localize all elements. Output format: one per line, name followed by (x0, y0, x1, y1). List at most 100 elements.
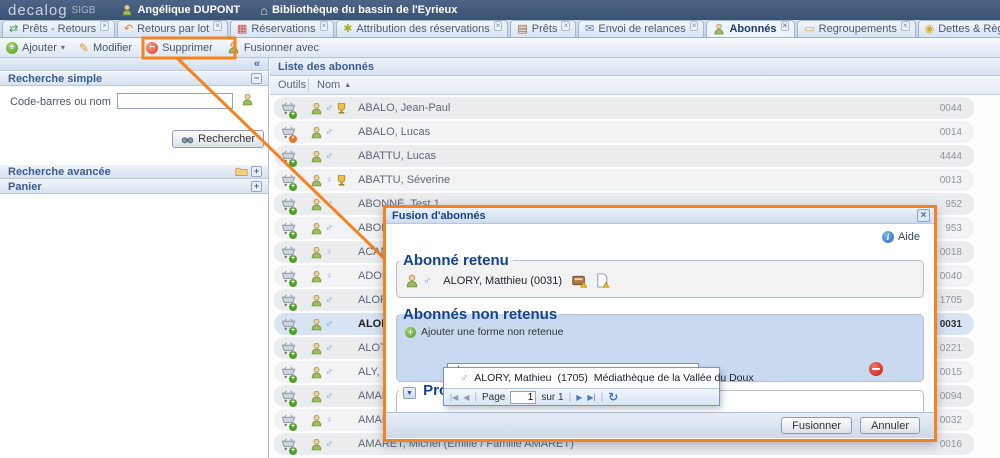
row-icons: ♂ (310, 318, 354, 331)
cart-icon[interactable]: + (274, 413, 310, 428)
table-row[interactable]: +♂ABALO, Jean-Paul0044 (274, 97, 974, 119)
person-icon (310, 222, 323, 235)
tab-loans-returns[interactable]: ⇄Prêts - Retours× (2, 20, 115, 37)
folder-icon[interactable] (235, 165, 248, 178)
column-nom[interactable]: Nom ▲ (317, 79, 351, 91)
collapse-toggle-icon[interactable]: ▼ (403, 387, 416, 399)
expand-panier-icon[interactable]: + (251, 181, 262, 192)
reminders-icon: ✉ (585, 24, 594, 35)
table-row[interactable]: •♂ABALO, Lucas0014 (274, 121, 974, 143)
dialog-footer: Fusionner Annuler (386, 412, 934, 438)
cart-icon[interactable]: + (274, 101, 310, 116)
cart-status-icon: + (289, 159, 297, 167)
person-icon (310, 318, 323, 331)
cart-icon[interactable]: + (274, 173, 310, 188)
person-icon (310, 390, 323, 403)
tab-reservations[interactable]: ▦Réservations× (230, 20, 334, 37)
add-discarded-form-link[interactable]: + Ajouter une forme non retenue (397, 323, 923, 338)
cart-status-icon: + (289, 231, 297, 239)
cancel-button[interactable]: Annuler (860, 417, 920, 434)
page-number-input[interactable] (510, 391, 536, 404)
collapse-section-icon[interactable]: − (251, 73, 262, 84)
cart-icon[interactable]: + (274, 197, 310, 212)
subscriber-number: 952 (945, 199, 974, 210)
cart-icon[interactable]: + (274, 149, 310, 164)
barcode-input[interactable] (117, 93, 233, 109)
tab-loans[interactable]: ▤Prêts× (510, 20, 576, 37)
tab-close-icon[interactable]: × (320, 21, 329, 31)
cart-icon[interactable]: • (274, 125, 310, 140)
section-panier[interactable]: Panier + (0, 179, 268, 194)
tab-debts-payments[interactable]: ◉Dettes & Règlements× (918, 20, 1000, 37)
subscriber-number: 0031 (940, 319, 974, 330)
male-icon: ♂ (325, 198, 333, 210)
search-button[interactable]: Rechercher (172, 130, 264, 148)
cart-icon[interactable]: + (274, 245, 310, 260)
tab-close-icon[interactable]: × (561, 21, 570, 31)
recherche-simple-title: Recherche simple (8, 73, 102, 85)
result-item[interactable]: ♂ ALORY, Mathieu (1705) Médiathèque de l… (444, 368, 719, 388)
cart-status-icon: + (289, 423, 297, 431)
merge-with-button[interactable]: Fusionner avec (227, 41, 319, 54)
cart-icon[interactable]: + (274, 221, 310, 236)
user-icon (121, 4, 133, 16)
tab-assign-reservations[interactable]: ✱Attribution des réservations× (336, 20, 508, 37)
simple-search-form: Code-barres ou nom Rechercher (0, 86, 268, 164)
next-page-icon[interactable]: ▶ (576, 393, 582, 402)
tab-groups[interactable]: ▭Regroupements× (797, 20, 915, 37)
tab-close-icon[interactable]: × (690, 21, 699, 31)
row-icons: ♀ (310, 414, 354, 427)
female-icon: ♀ (325, 174, 333, 186)
person-icon (310, 438, 323, 451)
cart-icon[interactable]: + (274, 317, 310, 332)
card-warning-icon[interactable] (572, 273, 587, 288)
section-recherche-simple[interactable]: Recherche simple − (0, 71, 268, 86)
cart-icon[interactable]: + (274, 389, 310, 404)
tab-close-icon[interactable]: × (781, 21, 790, 31)
collapse-panel-button[interactable]: « (254, 59, 260, 69)
tab-close-icon[interactable]: × (901, 21, 910, 31)
cart-icon[interactable]: + (274, 437, 310, 452)
section-recherche-avancee[interactable]: Recherche avancée + (0, 164, 268, 179)
remove-icon[interactable] (869, 362, 883, 376)
delete-button[interactable]: − Supprimer (146, 42, 213, 54)
current-user-name: Angélique DUPONT (137, 4, 240, 16)
edit-button[interactable]: ✎ Modifier (79, 41, 132, 55)
current-library[interactable]: ⌂ Bibliothèque du bassin de l'Eyrieux (260, 4, 457, 17)
refresh-icon[interactable]: ↻ (608, 390, 618, 404)
results-pager: |◀ ◀ | Page sur 1 | ▶ ▶| | ↻ (444, 388, 719, 405)
tab-close-icon[interactable]: × (213, 21, 222, 31)
home-icon: ⌂ (260, 4, 268, 17)
cart-icon[interactable]: + (274, 341, 310, 356)
subscriber-number: 0013 (940, 175, 974, 186)
table-row[interactable]: +♀ABATTU, Séverine0013 (274, 169, 974, 191)
cart-status-icon: + (289, 399, 297, 407)
add-button[interactable]: + Ajouter ▾ (6, 42, 65, 54)
first-page-icon[interactable]: |◀ (450, 393, 458, 402)
document-warning-icon[interactable] (595, 273, 610, 288)
tab-close-icon[interactable]: × (100, 21, 109, 31)
tab-close-icon[interactable]: × (494, 21, 503, 31)
list-column-header: Outils Nom ▲ (270, 76, 1000, 95)
search-button-label: Rechercher (198, 133, 255, 145)
subscriber-lookup-icon[interactable] (241, 93, 254, 106)
tab-reminders[interactable]: ✉Envoi de relances× (578, 20, 704, 37)
cart-icon[interactable]: + (274, 269, 310, 284)
kept-subscriber-name: ALORY, Matthieu (0031) (443, 275, 562, 287)
last-page-icon[interactable]: ▶| (587, 393, 595, 402)
tab-batch-returns[interactable]: ↶Retours par lot× (117, 20, 228, 37)
close-icon[interactable]: × (917, 209, 930, 222)
prev-page-icon[interactable]: ◀ (463, 393, 469, 402)
recherche-avancee-title: Recherche avancée (8, 166, 111, 178)
help-link[interactable]: i Aide (882, 231, 920, 243)
current-user[interactable]: Angélique DUPONT (121, 4, 240, 16)
add-icon: + (405, 327, 416, 338)
expand-section-icon[interactable]: + (251, 166, 262, 177)
tab-subscriber[interactable]: Abonnés× (706, 20, 795, 37)
subscriber-number: 0040 (940, 271, 974, 282)
table-row[interactable]: +♂ABATTU, Lucas4444 (274, 145, 974, 167)
cart-icon[interactable]: + (274, 365, 310, 380)
merge-confirm-button[interactable]: Fusionner (781, 417, 852, 434)
cart-icon[interactable]: + (274, 293, 310, 308)
cart-status-icon: + (289, 327, 297, 335)
